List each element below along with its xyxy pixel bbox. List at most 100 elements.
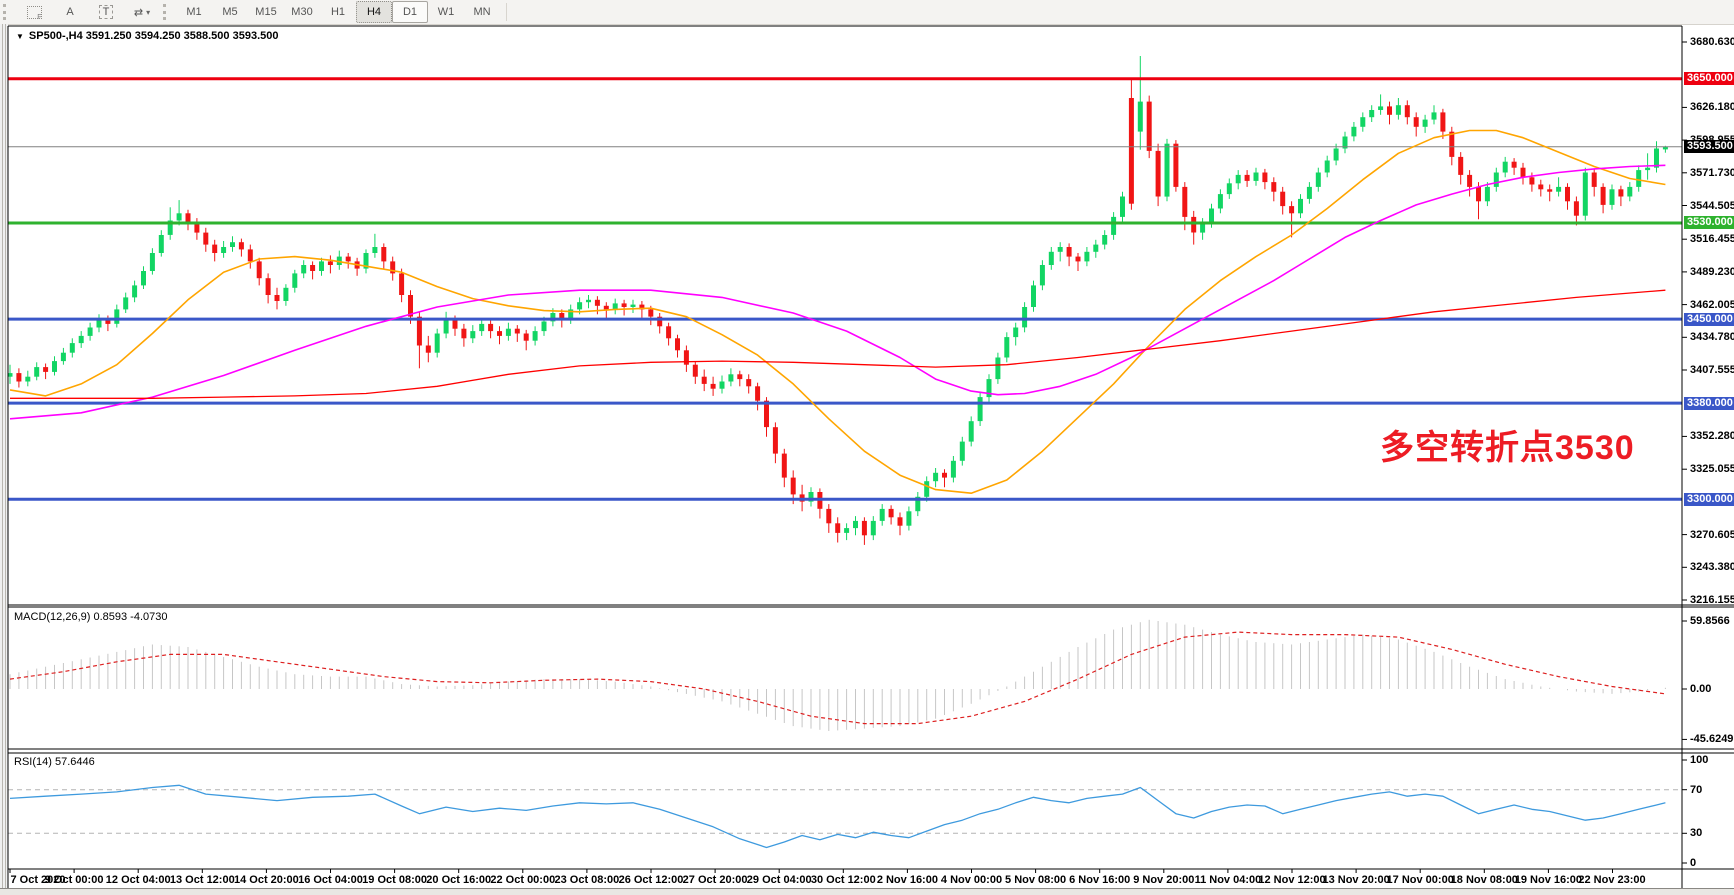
candle — [693, 365, 698, 377]
candle — [631, 305, 636, 307]
candle — [604, 306, 609, 310]
candle — [960, 442, 965, 461]
candle — [826, 509, 831, 523]
candle — [675, 338, 680, 350]
candle — [844, 528, 849, 533]
chart-canvas[interactable] — [0, 0, 1734, 895]
candle — [853, 521, 858, 528]
candle — [995, 358, 1000, 380]
panel-bg — [8, 607, 1734, 749]
candle — [1547, 189, 1552, 191]
candle — [648, 309, 653, 316]
candle — [1031, 285, 1036, 307]
candle — [186, 213, 191, 223]
candle — [684, 350, 689, 364]
candle — [595, 300, 600, 306]
candle — [1414, 117, 1419, 127]
candle — [239, 242, 244, 249]
candle — [1254, 173, 1259, 181]
candle — [150, 253, 155, 271]
candle — [1147, 102, 1152, 151]
candle — [257, 261, 262, 278]
candle — [372, 247, 377, 253]
candle — [88, 328, 93, 336]
candle — [1360, 117, 1365, 127]
candle — [488, 324, 493, 331]
candle — [924, 481, 929, 497]
candle — [497, 331, 502, 336]
candle — [764, 401, 769, 427]
candle — [1022, 307, 1027, 327]
candle — [1111, 217, 1116, 235]
candle — [1245, 175, 1250, 181]
candle — [791, 478, 796, 495]
candle — [702, 377, 707, 384]
candle — [1289, 206, 1294, 213]
candle — [711, 384, 716, 389]
candle — [435, 334, 440, 353]
candle — [1280, 192, 1285, 206]
candle — [1236, 175, 1241, 183]
candle — [328, 261, 333, 265]
candle — [533, 331, 538, 341]
candle — [283, 288, 288, 301]
candle — [1102, 235, 1107, 245]
candle — [1405, 105, 1410, 117]
candle — [1494, 173, 1499, 187]
candle — [417, 317, 422, 346]
candle — [399, 273, 404, 295]
candle — [622, 303, 627, 307]
candle — [782, 454, 787, 478]
candle — [1165, 144, 1170, 197]
candle — [524, 334, 529, 341]
candle — [248, 249, 253, 261]
candle — [177, 213, 182, 220]
candle — [1565, 187, 1570, 201]
bottom-scroll-strip[interactable] — [0, 888, 1734, 895]
candle — [978, 397, 983, 421]
candle — [1601, 187, 1606, 205]
candle — [1227, 183, 1232, 194]
candle — [1316, 173, 1321, 187]
candle — [1049, 252, 1054, 265]
candle — [230, 242, 235, 247]
candle — [1538, 185, 1543, 190]
candle — [1636, 170, 1641, 187]
candle — [1574, 201, 1579, 215]
candle — [1378, 106, 1383, 110]
candle — [52, 361, 57, 372]
candle — [301, 265, 306, 273]
candle — [1440, 112, 1445, 131]
candle — [1396, 105, 1401, 115]
candle — [1173, 144, 1178, 187]
candle — [1129, 98, 1134, 204]
candle — [1423, 120, 1428, 127]
candle — [1645, 168, 1650, 170]
candle — [1467, 175, 1472, 187]
candle — [951, 461, 956, 478]
candle — [221, 247, 226, 253]
candle — [1013, 328, 1018, 338]
candle — [25, 377, 30, 382]
candle — [1067, 247, 1072, 257]
candle — [1040, 265, 1045, 285]
candle — [1262, 173, 1267, 183]
candle — [889, 509, 894, 517]
panel-bg — [8, 26, 1734, 605]
candle — [515, 329, 520, 334]
candle — [266, 278, 271, 295]
candle — [310, 265, 315, 271]
candle — [577, 302, 582, 309]
candle — [835, 523, 840, 533]
candle — [79, 336, 84, 343]
candle — [1476, 187, 1481, 201]
candle — [969, 421, 974, 441]
candle — [292, 273, 297, 287]
candle — [346, 257, 351, 262]
candle — [123, 297, 128, 309]
candle — [728, 374, 733, 381]
candle — [16, 373, 21, 381]
candle — [1512, 162, 1517, 168]
candle — [871, 521, 876, 535]
candle — [906, 511, 911, 525]
